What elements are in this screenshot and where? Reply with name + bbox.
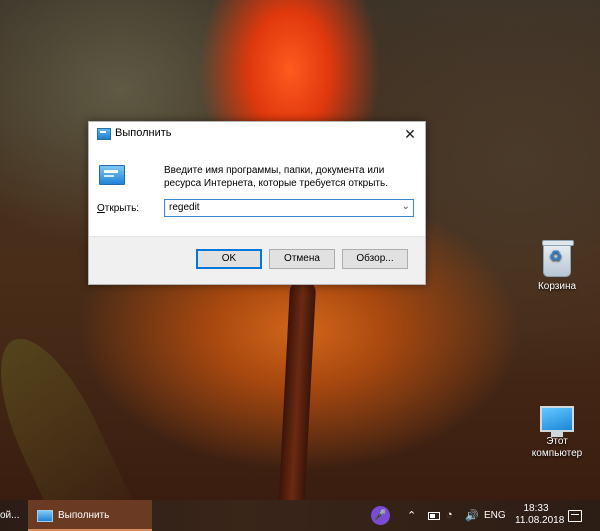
chevron-down-icon[interactable]: ⌄ (402, 201, 410, 212)
desktop-icon-label: Этот компьютер (531, 436, 583, 459)
language-indicator[interactable]: ENG (484, 510, 506, 521)
recycle-bin-icon (542, 240, 574, 277)
ok-button[interactable]: OK (196, 249, 262, 269)
taskbar-item-label: Выполнить (58, 510, 110, 521)
taskbar-item-partial[interactable]: ой... (0, 510, 19, 521)
dialog-title: Выполнить (115, 127, 172, 139)
microphone-icon[interactable]: 🎤 (371, 506, 390, 525)
clock[interactable]: 18:33 11.08.2018 (515, 503, 565, 527)
cancel-button[interactable]: Отмена (269, 249, 335, 269)
desktop-icon-label: Корзина (537, 281, 577, 292)
open-label: Открыть: (97, 203, 139, 214)
dialog-description: Введите имя программы, папки, документа … (164, 165, 388, 189)
network-icon[interactable]: ◔ (446, 509, 453, 521)
run-dialog: Выполнить ✕ Введите имя программы, папки… (88, 121, 426, 285)
clock-time: 18:33 (523, 503, 549, 514)
open-label-accelerator: О (97, 203, 105, 214)
desktop-icon-recycle-bin[interactable]: Корзина (522, 240, 592, 293)
taskbar: ой... Выполнить 🎤 ⌃ ◔ 🔊 ENG 18:33 11.08.… (0, 500, 600, 531)
dialog-titlebar[interactable]: Выполнить ✕ (89, 122, 425, 146)
dialog-footer: OK Отмена Обзор... (89, 236, 425, 284)
battery-icon[interactable] (428, 512, 440, 520)
chevron-up-icon[interactable]: ⌃ (407, 509, 416, 522)
desktop-icon-this-pc[interactable]: Этот компьютер (522, 402, 592, 460)
computer-icon (540, 406, 574, 437)
taskbar-item-run[interactable]: Выполнить (28, 500, 152, 531)
notification-center-icon[interactable] (568, 510, 582, 522)
run-app-icon (97, 128, 111, 140)
open-combobox[interactable]: regedit ⌄ (164, 199, 414, 217)
wallpaper-stem (277, 279, 317, 500)
clock-date: 11.08.2018 (515, 515, 565, 526)
run-program-icon (99, 165, 125, 185)
dialog-body: Введите имя программы, папки, документа … (89, 146, 425, 236)
browse-button[interactable]: Обзор... (342, 249, 408, 269)
open-input[interactable]: regedit (169, 202, 200, 213)
run-app-icon (37, 510, 53, 522)
close-button[interactable]: ✕ (395, 122, 425, 146)
volume-icon[interactable]: 🔊 (465, 509, 479, 522)
wallpaper-leaf (0, 323, 143, 500)
open-label-text: ткрыть: (104, 203, 140, 214)
